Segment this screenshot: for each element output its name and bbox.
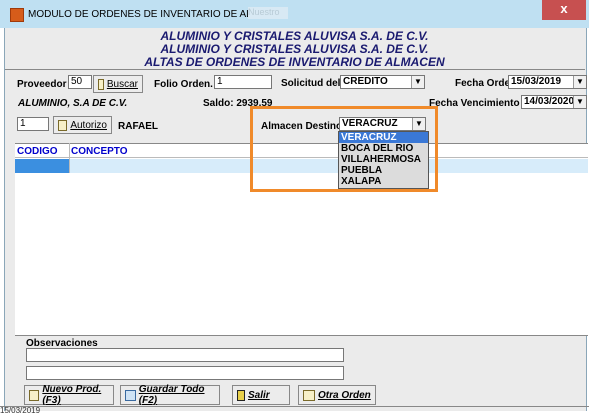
chevron-down-icon[interactable]: ▼ (573, 96, 586, 108)
divider (15, 335, 588, 336)
observaciones-input-1[interactable] (26, 348, 344, 362)
nuevo-producto-button[interactable]: Nuevo Prod. (F3) (24, 384, 114, 406)
page-title: ALTAS DE ORDENES DE INVENTARIO DE ALMACE… (144, 55, 445, 69)
grid-col-divider (69, 143, 70, 173)
table-cell-selected[interactable] (15, 159, 69, 173)
chevron-down-icon[interactable]: ▼ (411, 76, 424, 88)
folio-input[interactable]: 1 (214, 75, 272, 89)
fecha-vencimiento-label: Fecha Vencimiento (429, 98, 520, 109)
fecha-orden-picker[interactable]: 15/03/2019 ▼ (508, 75, 587, 89)
chevron-down-icon[interactable]: ▼ (573, 76, 586, 88)
divider (5, 69, 585, 70)
search-icon (58, 119, 68, 131)
document-icon (303, 389, 315, 401)
app-icon (10, 8, 24, 22)
fecha-orden-label: Fecha Orden (455, 78, 517, 89)
nuevo-producto-label: Nuevo Prod. (F3) (42, 384, 102, 406)
company-name-1: ALUMINIO Y CRISTALES ALUVISA S.A. DE C.V… (160, 29, 429, 43)
guardar-todo-label: Guardar Todo (F2) (138, 384, 205, 406)
search-icon (29, 389, 40, 401)
buscar-button[interactable]: Buscar (93, 75, 143, 93)
proveedor-label: Proveedor (17, 79, 67, 90)
save-icon (125, 389, 136, 401)
solicitud-label: Solicitud del: (281, 78, 344, 89)
autorizo-name: RAFAEL (118, 121, 158, 132)
autorizo-button[interactable]: Autorizo (53, 116, 112, 134)
salir-button[interactable]: Salir (232, 385, 290, 405)
otra-orden-button[interactable]: Otra Orden (298, 385, 376, 405)
folio-label: Folio Orden. (154, 79, 213, 90)
solicitud-select[interactable]: CREDITO ▼ (340, 75, 425, 89)
col-concepto[interactable]: CONCEPTO (71, 146, 128, 157)
company-name-2: ALUMINIO Y CRISTALES ALUVISA S.A. DE C.V… (160, 42, 429, 56)
solicitud-value: CREDITO (343, 76, 388, 87)
search-icon (98, 78, 104, 90)
observaciones-input-2[interactable] (26, 366, 344, 380)
fecha-orden-value: 15/03/2019 (511, 76, 562, 87)
status-date: 15/03/2019 (0, 406, 41, 415)
fecha-vencimiento-picker[interactable]: 14/03/2020 ▼ (521, 95, 587, 109)
autorizo-button-label: Autorizo (70, 119, 107, 131)
window-title-suffix: Nuestro (248, 7, 288, 19)
proveedor-name: ALUMINIO, S.A DE C.V. (18, 98, 128, 109)
fecha-vencimiento-value: 14/03/2020 (524, 96, 575, 107)
proveedor-input[interactable]: 50 (68, 75, 92, 89)
buscar-button-label: Buscar (106, 78, 138, 90)
close-button[interactable]: x (542, 0, 586, 20)
otra-orden-label: Otra Orden (318, 389, 371, 401)
exit-door-icon (237, 389, 245, 401)
salir-label: Salir (248, 389, 270, 401)
autorizo-input[interactable]: 1 (17, 117, 49, 131)
col-codigo[interactable]: CODIGO (17, 146, 58, 157)
guardar-todo-button[interactable]: Guardar Todo (F2) (120, 384, 220, 406)
highlight-box (250, 106, 438, 192)
